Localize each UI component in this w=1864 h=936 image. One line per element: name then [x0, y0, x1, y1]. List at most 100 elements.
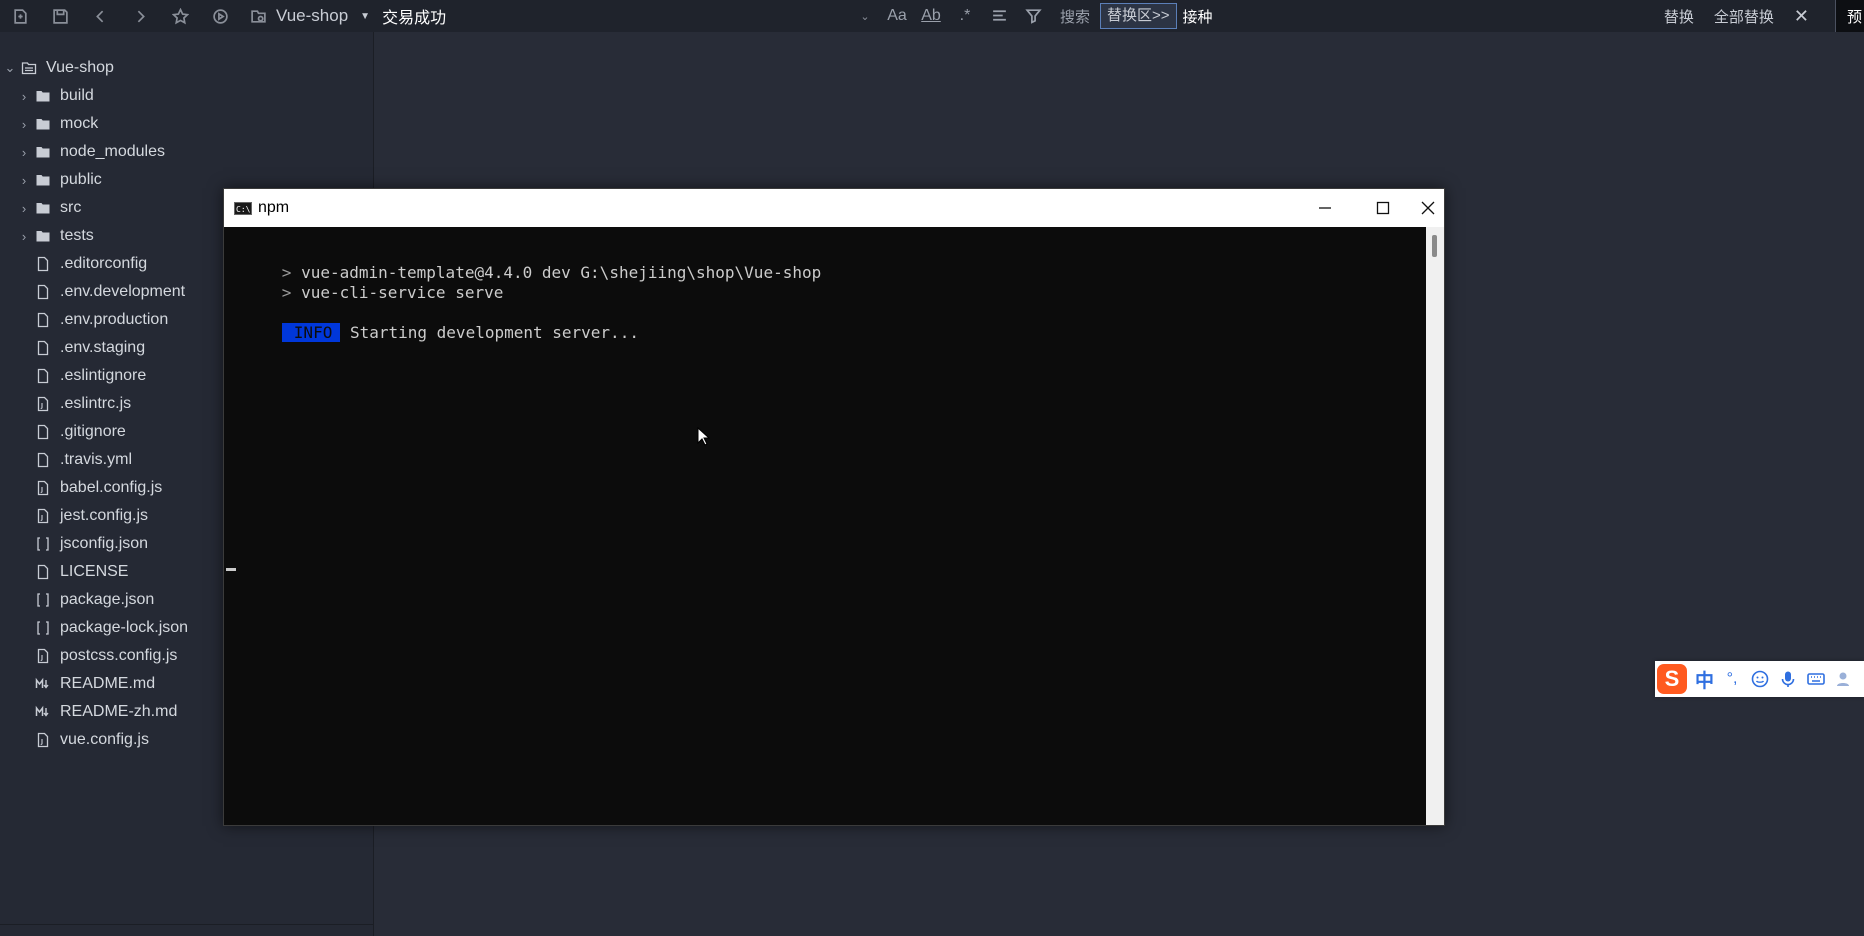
tree-folder-public[interactable]: › public: [14, 166, 102, 194]
console-info-line: INFO Starting development server...: [224, 304, 639, 361]
tree-item-label: jsconfig.json: [60, 535, 149, 552]
minimize-button[interactable]: [1296, 189, 1354, 227]
tree-file[interactable]: .gitignore: [34, 418, 126, 446]
microphone-icon[interactable]: [1778, 669, 1798, 689]
ime-toolbar[interactable]: S 中 °,: [1655, 661, 1864, 697]
regex-icon[interactable]: .*: [948, 7, 982, 25]
search-history-chevron-icon[interactable]: ⌄: [850, 10, 880, 23]
tree-item-label: public: [60, 171, 102, 188]
info-badge: INFO: [281, 323, 341, 342]
replace-all-button[interactable]: 全部替换: [1714, 6, 1774, 27]
tree-item-label: .env.production: [60, 311, 169, 328]
tree-folder-src[interactable]: › src: [14, 194, 82, 222]
npm-console-window[interactable]: C:\ npm > vue-admin-template@4.4.0 dev G…: [223, 188, 1445, 826]
preview-button[interactable]: 预: [1835, 0, 1864, 32]
tree-folder-tests[interactable]: › tests: [14, 222, 94, 250]
chevron-right-icon[interactable]: ›: [14, 173, 34, 188]
tree-folder-node_modules[interactable]: › node_modules: [14, 138, 165, 166]
tree-file[interactable]: package.json: [34, 586, 154, 614]
filter-icon[interactable]: [1016, 7, 1050, 25]
tree-item-label: LICENSE: [60, 563, 129, 580]
match-case-icon[interactable]: Aa: [880, 7, 914, 25]
tree-item-label: .eslintrc.js: [60, 395, 132, 412]
tree-item-label: .editorconfig: [60, 255, 148, 272]
file-icon: [34, 255, 52, 273]
tree-item-label: package.json: [60, 591, 155, 608]
align-icon[interactable]: [982, 7, 1016, 25]
console-scrollbar[interactable]: [1426, 227, 1444, 825]
tree-root-label: Vue-shop: [46, 59, 114, 76]
scrollbar-thumb[interactable]: [1432, 235, 1437, 257]
replace-input[interactable]: 接种: [1183, 6, 1213, 27]
project-selector[interactable]: Vue-shop ▼: [248, 0, 370, 32]
sogou-logo-icon[interactable]: S: [1657, 664, 1687, 694]
tree-item-label: build: [60, 87, 94, 104]
tree-file[interactable]: .eslintrc.js: [34, 390, 131, 418]
chevron-right-icon[interactable]: ›: [14, 89, 34, 104]
project-icon: [248, 0, 268, 32]
chevron-right-icon[interactable]: ›: [14, 145, 34, 160]
folder-icon: [34, 199, 52, 217]
close-search-icon[interactable]: ✕: [1794, 6, 1809, 27]
forward-icon[interactable]: [120, 0, 160, 32]
js-file-icon: [34, 395, 52, 413]
ime-mode-toggle[interactable]: 中: [1695, 666, 1714, 693]
tree-file[interactable]: .env.staging: [34, 334, 145, 362]
tree-file[interactable]: vue.config.js: [34, 726, 149, 754]
file-icon: [34, 563, 52, 581]
tree-file[interactable]: LICENSE: [34, 558, 128, 586]
close-button[interactable]: [1412, 189, 1444, 227]
console-title-bar[interactable]: C:\ npm: [224, 189, 1444, 227]
tree-file[interactable]: babel.config.js: [34, 474, 162, 502]
punctuation-toggle[interactable]: °,: [1722, 669, 1742, 689]
emoji-icon[interactable]: [1750, 669, 1770, 689]
cmd-icon: C:\: [234, 201, 252, 215]
tree-file[interactable]: README.md: [34, 670, 155, 698]
root-folder-icon: [20, 59, 38, 77]
tree-root-vue-shop[interactable]: ⌄ Vue-shop: [0, 54, 114, 82]
replace-button[interactable]: 替换: [1664, 6, 1694, 27]
tree-file[interactable]: .env.development: [34, 278, 185, 306]
back-icon[interactable]: [80, 0, 120, 32]
js-file-icon: [34, 479, 52, 497]
tree-file[interactable]: README-zh.md: [34, 698, 177, 726]
tree-file[interactable]: .env.production: [34, 306, 168, 334]
json-file-icon: [34, 619, 52, 637]
tree-item-label: .env.staging: [60, 339, 146, 356]
replace-toggle-button[interactable]: 替换区>>: [1100, 3, 1177, 29]
tree-item-label: src: [60, 199, 82, 216]
tree-file[interactable]: .eslintignore: [34, 362, 146, 390]
keyboard-icon[interactable]: [1806, 669, 1826, 689]
chevron-right-icon[interactable]: ›: [14, 201, 34, 216]
prompt-chevron-icon: >: [281, 283, 302, 302]
whole-word-icon[interactable]: Ab: [914, 7, 948, 25]
tree-file[interactable]: .editorconfig: [34, 250, 147, 278]
new-file-icon[interactable]: [0, 0, 40, 32]
file-icon: [34, 367, 52, 385]
tree-file[interactable]: package-lock.json: [34, 614, 188, 642]
search-button[interactable]: 搜索: [1060, 6, 1090, 27]
tree-item-label: README-zh.md: [60, 703, 178, 720]
maximize-button[interactable]: [1354, 189, 1412, 227]
console-output[interactable]: > vue-admin-template@4.4.0 dev G:\shejii…: [224, 227, 1428, 825]
chevron-down-icon[interactable]: ▼: [360, 11, 370, 22]
save-icon[interactable]: [40, 0, 80, 32]
tree-item-label: jest.config.js: [60, 507, 149, 524]
star-icon[interactable]: [160, 0, 200, 32]
js-file-icon: [34, 647, 52, 665]
chevron-right-icon[interactable]: ›: [14, 117, 34, 132]
run-icon[interactable]: [200, 0, 240, 32]
tree-item-label: README.md: [60, 675, 156, 692]
tree-file[interactable]: jsconfig.json: [34, 530, 148, 558]
search-input[interactable]: 交易成功: [382, 4, 446, 28]
tree-file[interactable]: jest.config.js: [34, 502, 148, 530]
user-icon[interactable]: [1834, 669, 1854, 689]
chevron-down-icon[interactable]: ⌄: [0, 60, 20, 76]
json-file-icon: [34, 535, 52, 553]
tree-folder-build[interactable]: › build: [14, 82, 94, 110]
tree-file[interactable]: postcss.config.js: [34, 642, 177, 670]
tree-folder-mock[interactable]: › mock: [14, 110, 98, 138]
tree-file[interactable]: .travis.yml: [34, 446, 132, 474]
chevron-right-icon[interactable]: ›: [14, 229, 34, 244]
console-line-text: vue-cli-service serve: [301, 283, 504, 302]
